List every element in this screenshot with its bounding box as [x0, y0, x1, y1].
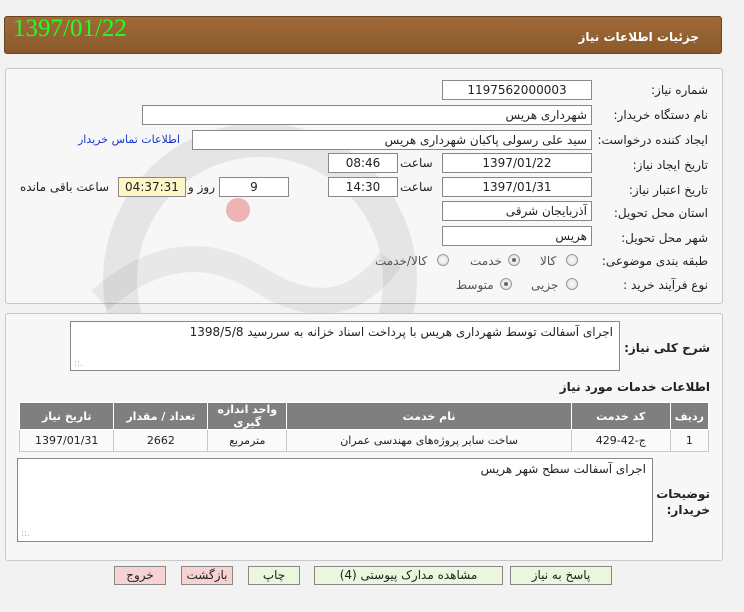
reply-button[interactable]: پاسخ به نیاز: [510, 566, 612, 585]
cell-row: 1: [669, 429, 710, 452]
header-date: 1397/01/22: [13, 15, 127, 42]
cell-need-date: 1397/01/31: [18, 429, 115, 452]
services-table-header: ردیف کد خدمت نام خدمت واحد اندازه گیری ت…: [18, 402, 710, 430]
purchase-radio-minor[interactable]: [566, 278, 578, 290]
category-option-goods: کالا: [540, 254, 557, 268]
validity-date-field[interactable]: 1397/01/31: [442, 177, 592, 197]
category-radio-service[interactable]: [508, 254, 520, 266]
province-label: استان محل تحویل:: [613, 206, 708, 220]
services-table: ردیف کد خدمت نام خدمت واحد اندازه گیری ت…: [18, 402, 710, 452]
description-textarea[interactable]: اجرای آسفالت توسط شهرداری هریس با پرداخت…: [70, 321, 620, 371]
services-title: اطلاعات خدمات مورد نیاز: [559, 380, 710, 394]
cell-quantity: 2662: [113, 429, 209, 452]
description-label: شرح کلی نیاز:: [624, 341, 710, 355]
buyer-notes-label-line1: توضیحات: [656, 487, 710, 501]
cell-service-code: ج-42-429: [570, 429, 671, 452]
col-unit: واحد اندازه گیری: [207, 402, 288, 430]
buyer-contact-link[interactable]: اطلاعات تماس خریدار: [78, 133, 180, 146]
remaining-time-field: 04:37:31: [118, 177, 186, 197]
page-title: جزئیات اطلاعات نیاز: [578, 30, 699, 44]
purchase-option-medium: متوسط: [456, 278, 494, 292]
city-label: شهر محل تحویل:: [621, 231, 708, 245]
view-attachments-button[interactable]: مشاهده مدارک پیوستی (4): [314, 566, 503, 585]
created-date-label: تاریخ ایجاد نیاز:: [632, 158, 708, 172]
city-field[interactable]: هریس: [442, 226, 592, 246]
category-radio-goods-service[interactable]: [437, 254, 449, 266]
table-row: 1 ج-42-429 ساخت سایر پروژه‌های مهندسی عم…: [18, 429, 710, 452]
category-label: طبقه بندی موضوعی:: [601, 254, 708, 268]
purchase-radio-medium[interactable]: [500, 278, 512, 290]
need-number-field[interactable]: 1197562000003: [442, 80, 592, 100]
buyer-field[interactable]: شهرداری هریس: [142, 105, 592, 125]
created-time-field[interactable]: 08:46: [328, 153, 398, 173]
category-option-goods-service: کالا/خدمت: [375, 254, 428, 268]
print-button[interactable]: چاپ: [248, 566, 300, 585]
requester-label: ایجاد کننده درخواست:: [597, 133, 708, 147]
buyer-notes-label-line2: خریدار:: [666, 503, 710, 517]
cell-service-name: ساخت سایر پروژه‌های مهندسی عمران: [286, 429, 572, 452]
col-need-date: تاریخ نیاز: [18, 402, 115, 430]
remaining-time-label: ساعت باقی مانده: [20, 180, 110, 194]
validity-time-label: ساعت: [400, 180, 433, 194]
cell-unit: مترمربع: [207, 429, 288, 452]
buyer-notes-textarea[interactable]: اجرای آسفالت سطح شهر هریس: [17, 458, 653, 542]
category-radio-goods[interactable]: [566, 254, 578, 266]
validity-date-label: تاریخ اعتبار نیاز:: [628, 183, 708, 197]
category-option-service: خدمت: [470, 254, 502, 268]
col-service-name: نام خدمت: [286, 402, 572, 430]
created-date-field[interactable]: 1397/01/22: [442, 153, 592, 173]
col-row: ردیف: [669, 402, 710, 430]
buyer-notes-resize-grip[interactable]: ::.: [21, 529, 30, 539]
exit-button[interactable]: خروج: [114, 566, 166, 585]
requester-field[interactable]: سید علی رسولی پاکبان شهرداری هریس: [192, 130, 592, 150]
description-resize-grip[interactable]: ::.: [74, 359, 83, 369]
province-field[interactable]: آذربایجان شرقی: [442, 201, 592, 221]
created-time-label: ساعت: [400, 156, 433, 170]
remaining-days-field[interactable]: 9: [219, 177, 289, 197]
days-label: روز و: [188, 180, 215, 194]
page-header: 1397/01/22 جزئیات اطلاعات نیاز: [4, 15, 722, 54]
back-button[interactable]: بازگشت: [181, 566, 233, 585]
need-number-label: شماره نیاز:: [651, 83, 708, 97]
buyer-label: نام دستگاه خریدار:: [613, 108, 709, 122]
purchase-option-minor: جزیی: [531, 278, 559, 292]
col-quantity: تعداد / مقدار: [113, 402, 209, 430]
purchase-type-label: نوع فرآیند خرید :: [623, 278, 708, 292]
col-service-code: کد خدمت: [570, 402, 671, 430]
validity-time-field[interactable]: 14:30: [328, 177, 398, 197]
